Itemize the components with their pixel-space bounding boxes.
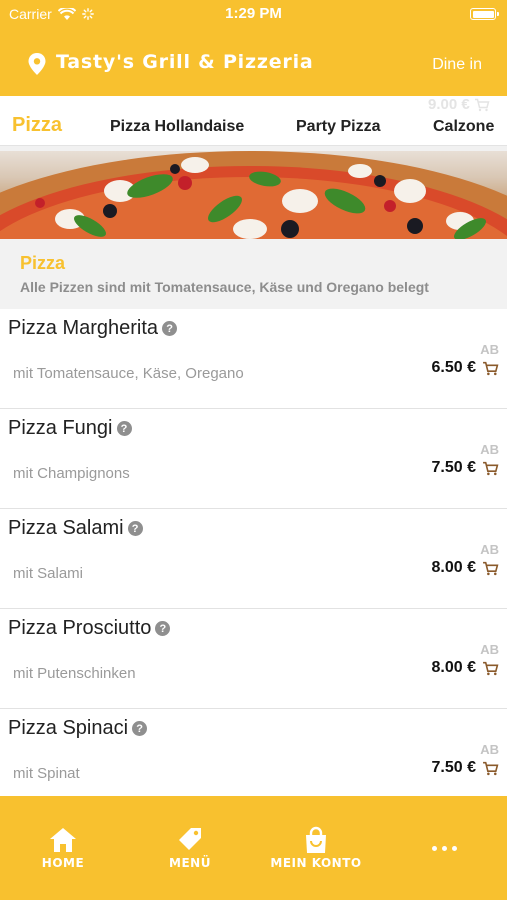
category-tabs: 9.00 € Pizza Pizza Hollandaise Party Piz…	[0, 96, 507, 146]
restaurant-title[interactable]: Tasty's Grill & Pizzeria	[56, 51, 314, 73]
more-dots-icon[interactable]	[432, 846, 457, 851]
item-name: Pizza Fungi	[8, 417, 113, 439]
nav-home-label: HOME	[41, 856, 85, 870]
category-title: Pizza	[20, 253, 66, 273]
item-price: 6.50 €	[431, 359, 476, 376]
cart-icon	[483, 461, 499, 475]
price-from-label: AB	[480, 442, 499, 457]
location-pin-icon[interactable]	[27, 52, 47, 76]
category-description: Alle Pizzen sind mit Tomatensauce, Käse …	[20, 279, 429, 295]
nav-menu-label: MENÜ	[169, 856, 211, 870]
add-to-cart-button[interactable]: 6.50 €	[432, 359, 499, 377]
nav-menu[interactable]: MENÜ	[140, 826, 240, 870]
item-description: mit Salami	[13, 565, 84, 582]
item-description: mit Putenschinken	[13, 665, 136, 682]
price-from-label: AB	[480, 342, 499, 357]
cart-icon	[474, 98, 490, 111]
tab-party-pizza[interactable]: Party Pizza	[296, 118, 380, 136]
home-icon	[50, 828, 76, 852]
battery-icon	[470, 8, 499, 20]
menu-item[interactable]: Pizza Spinaci ? mit Spinat AB 7.50 €	[0, 709, 507, 809]
add-to-cart-button[interactable]: 8.00 €	[432, 659, 499, 677]
nav-home[interactable]: HOME	[13, 826, 113, 870]
top-bar: Carrier 1:29 PM Tasty's Grill & Pizzeria…	[0, 0, 507, 96]
question-icon[interactable]: ?	[116, 421, 132, 436]
add-to-cart-button[interactable]: 7.50 €	[432, 759, 499, 777]
item-price: 7.50 €	[431, 759, 476, 776]
cart-icon	[483, 761, 499, 775]
tab-calzone[interactable]: Calzone	[433, 118, 494, 136]
category-header: Pizza Alle Pizzen sind mit Tomatensauce,…	[0, 239, 507, 309]
question-icon[interactable]: ?	[132, 721, 148, 736]
cart-icon	[483, 661, 499, 675]
bottom-nav: HOME MENÜ MEIN KONTO	[0, 796, 507, 900]
tab-pizza-hollandaise[interactable]: Pizza Hollandaise	[110, 118, 244, 136]
item-price: 8.00 €	[431, 559, 476, 576]
item-name: Pizza Spinaci	[8, 717, 129, 739]
question-icon[interactable]: ?	[155, 621, 171, 636]
add-to-cart-button[interactable]: 7.50 €	[432, 459, 499, 477]
nav-account[interactable]: MEIN KONTO	[266, 826, 366, 870]
ghost-price: 9.00 €	[428, 96, 490, 113]
shopping-bag-icon	[306, 826, 326, 853]
dine-in-toggle[interactable]: Dine in	[432, 56, 482, 74]
cart-icon	[483, 361, 499, 375]
price-from-label: AB	[480, 542, 499, 557]
price-from-label: AB	[480, 642, 499, 657]
status-bar: Carrier 1:29 PM	[0, 0, 507, 28]
tag-icon	[179, 828, 201, 850]
item-description: mit Champignons	[13, 465, 130, 482]
item-name: Pizza Salami	[8, 517, 124, 539]
cart-icon	[483, 561, 499, 575]
question-icon[interactable]: ?	[162, 321, 178, 336]
add-to-cart-button[interactable]: 8.00 €	[432, 559, 499, 577]
item-price: 8.00 €	[431, 659, 476, 676]
tab-pizza[interactable]: Pizza	[12, 114, 62, 137]
clock: 1:29 PM	[225, 5, 282, 22]
pizza-banner-image	[0, 151, 507, 239]
item-description: mit Tomatensauce, Käse, Oregano	[13, 365, 244, 382]
item-name: Pizza Prosciutto	[8, 617, 152, 639]
item-description: mit Spinat	[13, 765, 80, 782]
price-from-label: AB	[480, 742, 499, 757]
item-price: 7.50 €	[431, 459, 476, 476]
nav-account-label: MEIN KONTO	[270, 856, 362, 870]
menu-item[interactable]: Pizza Salami ? mit Salami AB 8.00 €	[0, 509, 507, 609]
menu-item[interactable]: Pizza Fungi ? mit Champignons AB 7.50 €	[0, 409, 507, 509]
menu-item[interactable]: Pizza Prosciutto ? mit Putenschinken AB …	[0, 609, 507, 709]
menu-item-list: Pizza Margherita ? mit Tomatensauce, Käs…	[0, 309, 507, 809]
item-name: Pizza Margherita	[8, 317, 159, 339]
menu-item[interactable]: Pizza Margherita ? mit Tomatensauce, Käs…	[0, 309, 507, 409]
app-header: Tasty's Grill & Pizzeria Dine in	[0, 40, 507, 88]
question-icon[interactable]: ?	[127, 521, 143, 536]
